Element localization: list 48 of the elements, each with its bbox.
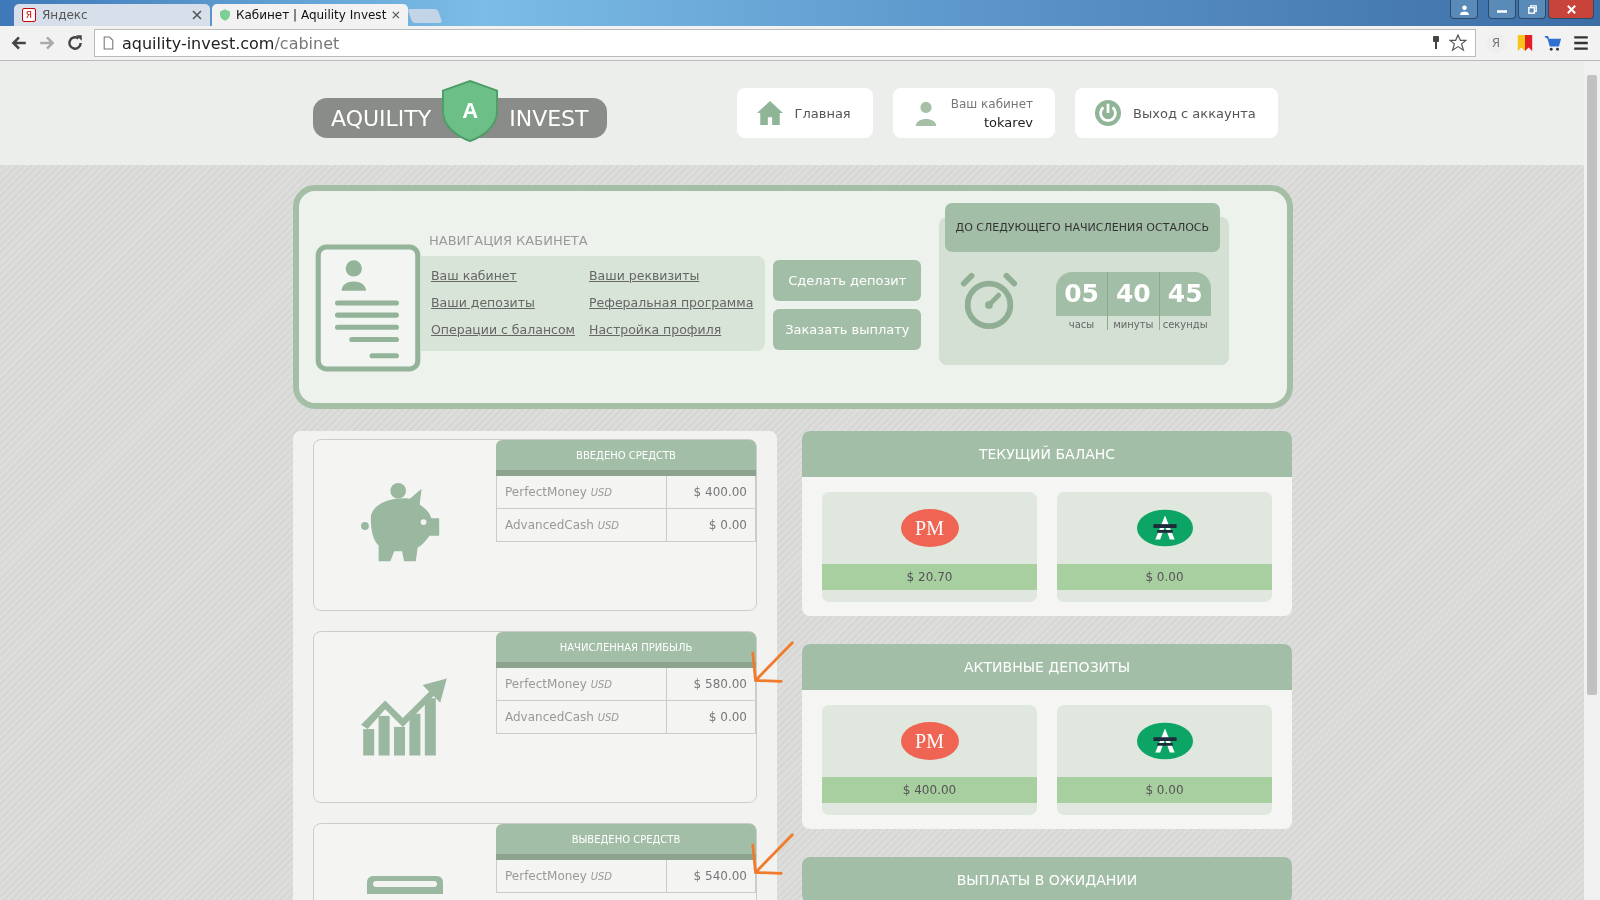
wallet-amount: $ 400.00: [822, 777, 1037, 803]
cabinet-link[interactable]: Реферальная программа: [589, 295, 754, 310]
cabinet-link[interactable]: Ваш кабинет: [431, 268, 575, 283]
yandex-button[interactable]: Я: [1486, 33, 1506, 53]
cabinet-link[interactable]: Операции с балансом: [431, 322, 575, 337]
table-cell: $ 580.00: [666, 668, 755, 700]
url-text: aquility-invest.com/cabinet: [122, 33, 341, 53]
table-cell: $ 540.00: [666, 860, 755, 892]
section-header: АКТИВНЫЕ ДЕПОЗИТЫ: [802, 644, 1292, 690]
logo-letter: A: [462, 98, 479, 124]
table-cell: $ 400.00: [666, 476, 755, 508]
cabinet-link[interactable]: Ваши реквизиты: [589, 268, 754, 283]
wallet-amount: $ 20.70: [822, 564, 1037, 590]
wallet-amount: $ 0.00: [1057, 777, 1272, 803]
table-header: ВЫВЕДЕНО СРЕДСТВ: [496, 824, 756, 860]
cabinet-link[interactable]: Настройка профиля: [589, 322, 754, 337]
logo-text: INVEST: [509, 105, 589, 131]
table-header: НАЧИСЛЕННАЯ ПРИБЫЛЬ: [496, 632, 756, 668]
nav-button[interactable]: Ваш кабинет tokarev: [892, 88, 1056, 138]
section-title: НАВИГАЦИЯ КАБИНЕТА: [429, 233, 589, 248]
timer-title: ДО СЛЕДУЮЩЕГО НАЧИСЛЕНИЯ ОСТАЛОСЬ: [944, 203, 1221, 252]
section-header: ТЕКУЩИЙ БАЛАНС: [802, 431, 1292, 477]
countdown-value: 40: [1114, 278, 1152, 310]
countdown-label: часы: [1068, 319, 1095, 330]
table-cell-text: AdvancedCash USD: [504, 709, 621, 726]
section-header: ВЫПЛАТЫ В ОЖИДАНИИ: [802, 857, 1292, 900]
nav-button[interactable]: Выход с аккаунта: [1075, 88, 1278, 138]
countdown-value: 45: [1166, 278, 1204, 310]
countdown-label: минуты: [1113, 319, 1154, 330]
cabinet-link[interactable]: Ваши депозиты: [431, 295, 575, 310]
table-cell-text: PerfectMoney USD: [504, 676, 613, 693]
table-cell: $ 0.00: [666, 701, 755, 733]
table-cell-text: PerfectMoney USD: [504, 484, 613, 501]
nav-button[interactable]: Главная: [736, 88, 873, 138]
perfectmoney-logo: PM: [900, 509, 959, 547]
countdown-label: секунды: [1162, 319, 1208, 330]
address-bar[interactable]: aquility-invest.com/cabinet: [94, 29, 1476, 57]
perfectmoney-logo: PM: [900, 722, 959, 760]
table-cell-text: PerfectMoney USD: [504, 868, 613, 885]
countdown-value: 05: [1063, 278, 1100, 310]
logo-text: AQUILITY: [331, 105, 432, 131]
browser-tab[interactable]: Кабинет | Aquility Invest: [212, 4, 408, 26]
table-header: ВВЕДЕНО СРЕДСТВ: [496, 440, 756, 476]
wallet-amount: $ 0.00: [1057, 564, 1272, 590]
browser-tab[interactable]: Я Яндекс: [14, 4, 210, 26]
table-cell-text: AdvancedCash USD: [504, 517, 621, 534]
table-cell: $ 0.00: [666, 509, 755, 541]
yandex-favicon: Я: [22, 8, 36, 22]
